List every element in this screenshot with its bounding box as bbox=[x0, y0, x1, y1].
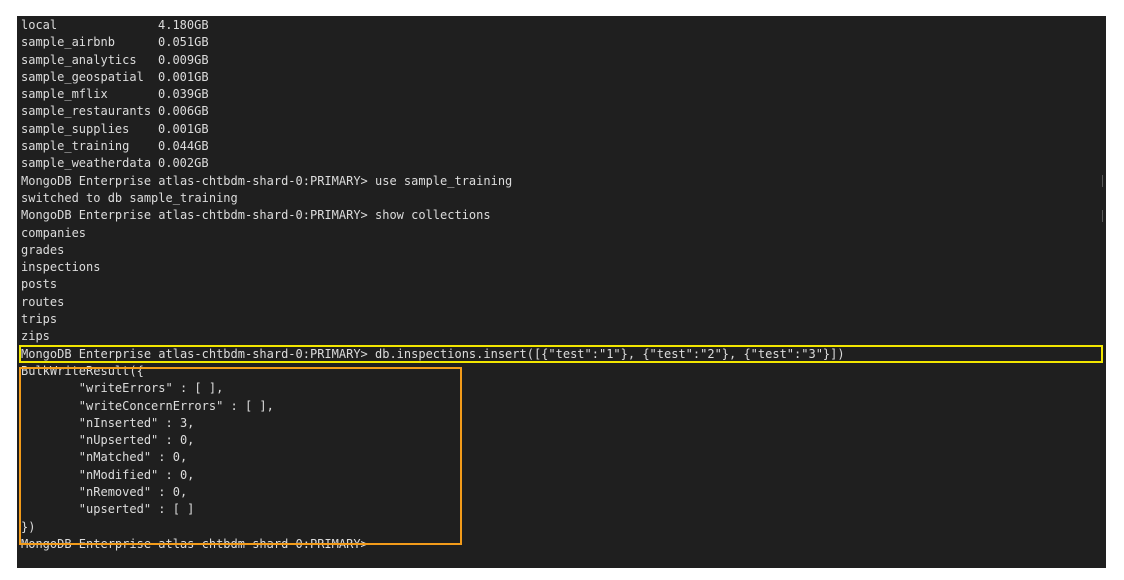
collection-name: inspections bbox=[21, 260, 101, 275]
db-name: sample_weatherdata bbox=[21, 156, 152, 171]
db-name: sample_airbnb bbox=[21, 35, 115, 50]
db-size: 0.006GB bbox=[158, 104, 209, 119]
line-end-marker bbox=[1102, 210, 1103, 222]
collection-name: grades bbox=[21, 242, 65, 257]
collection-name: trips bbox=[21, 312, 58, 327]
prompt-line: MongoDB Enterprise atlas-chtbdm-shard-0:… bbox=[21, 208, 491, 223]
db-size: 0.009GB bbox=[158, 52, 209, 67]
terminal-window[interactable]: local 4.180GB sample_airbnb 0.051GB sample… bbox=[17, 16, 1106, 568]
db-size-row: sample_restaurants 0.006GB bbox=[21, 103, 1106, 120]
db-name: sample_mflix bbox=[21, 87, 108, 102]
db-size-row: sample_geospatial 0.001GB bbox=[21, 69, 1106, 86]
db-name: sample_supplies bbox=[21, 121, 130, 136]
db-size: 0.001GB bbox=[158, 69, 209, 84]
collection-name: routes bbox=[21, 294, 65, 309]
prompt-line: MongoDB Enterprise atlas-chtbdm-shard-0:… bbox=[21, 173, 513, 188]
db-size: 0.044GB bbox=[158, 139, 209, 154]
db-name: sample_analytics bbox=[21, 52, 137, 67]
db-name: local bbox=[21, 18, 58, 32]
db-size-row: sample_mflix 0.039GB bbox=[21, 86, 1106, 103]
db-name: sample_geospatial bbox=[21, 69, 144, 84]
collection-name: posts bbox=[21, 277, 58, 292]
db-size: 0.002GB bbox=[158, 156, 209, 171]
db-size-row: sample_training 0.044GB bbox=[21, 138, 1106, 155]
db-size: 0.051GB bbox=[158, 35, 209, 50]
db-size: 4.180GB bbox=[158, 18, 209, 32]
bulk-write-result-highlight bbox=[19, 367, 462, 545]
collection-name: zips bbox=[21, 329, 50, 344]
output-line: switched to db sample_training bbox=[21, 190, 238, 205]
db-name: sample_restaurants bbox=[21, 104, 152, 119]
db-size-row: sample_airbnb 0.051GB bbox=[21, 34, 1106, 51]
collection-name: companies bbox=[21, 225, 87, 240]
insert-command-highlight bbox=[19, 345, 1103, 363]
db-size-row: local 4.180GB bbox=[21, 17, 1106, 34]
db-size: 0.039GB bbox=[158, 87, 209, 102]
db-name: sample_training bbox=[21, 139, 130, 154]
db-size-row: sample_supplies 0.001GB bbox=[21, 121, 1106, 138]
db-size: 0.001GB bbox=[158, 121, 209, 136]
db-size-row: sample_weatherdata 0.002GB bbox=[21, 155, 1106, 172]
line-end-marker bbox=[1102, 175, 1103, 187]
db-size-row: sample_analytics 0.009GB bbox=[21, 52, 1106, 69]
